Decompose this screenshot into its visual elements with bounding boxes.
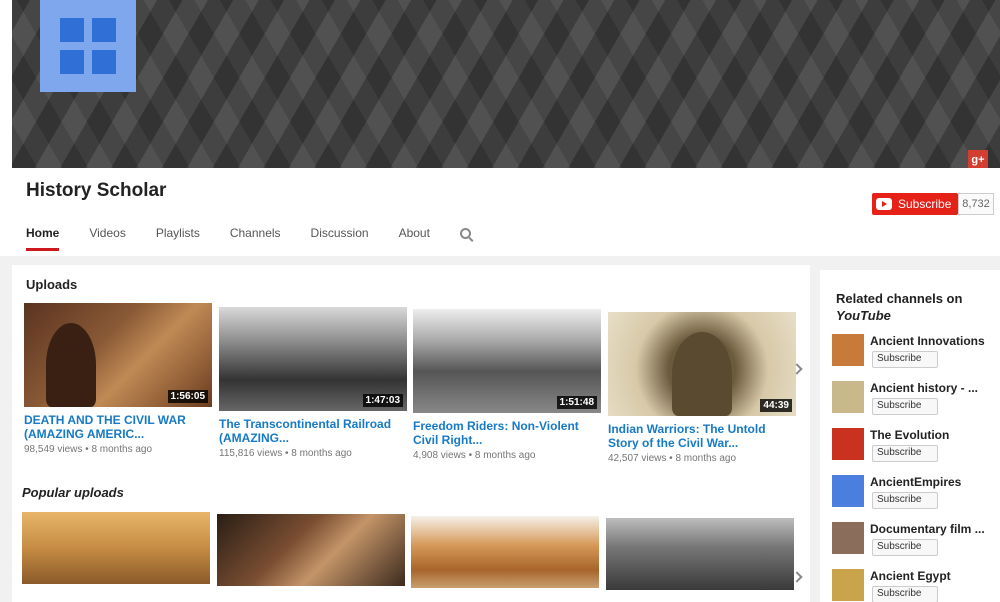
video-card[interactable]: 1:56:05 DEATH AND THE CIVIL WAR (AMAZING…	[24, 303, 212, 455]
related-subscribe-button[interactable]: Subscribe	[872, 492, 938, 509]
popular-uploads-heading: Popular uploads	[22, 485, 124, 500]
video-meta: 4,908 views • 8 months ago	[413, 450, 536, 461]
video-meta: 98,549 views • 8 months ago	[24, 444, 153, 455]
video-card[interactable]	[22, 512, 210, 584]
puzzle-logo-icon	[60, 18, 116, 74]
related-channels-heading: Related channels on YouTube	[836, 290, 996, 324]
video-card[interactable]: 1:51:48 Freedom Riders: Non-Violent Civi…	[413, 309, 601, 461]
related-channel-name[interactable]: AncientEmpires	[870, 475, 961, 489]
video-thumbnail[interactable]	[411, 516, 599, 588]
channel-avatar[interactable]	[832, 428, 864, 460]
video-duration: 1:47:03	[362, 394, 403, 407]
related-channel-item[interactable]: Ancient Innovations Subscribe	[832, 334, 1000, 378]
video-duration: 1:56:05	[167, 390, 208, 403]
video-meta: 115,816 views • 8 months ago	[219, 448, 352, 459]
tab-about[interactable]: About	[399, 226, 430, 251]
video-thumbnail[interactable]	[217, 514, 405, 586]
portrait-figure	[672, 332, 732, 416]
video-card[interactable]	[217, 514, 405, 586]
youtube-play-icon	[876, 198, 892, 210]
video-duration: 1:51:48	[556, 396, 597, 409]
subscriber-count: 8,732	[958, 193, 994, 215]
video-card[interactable]: 44:39 Indian Warriors: The Untold Story …	[608, 312, 796, 464]
video-duration: 44:39	[760, 399, 792, 412]
related-subscribe-button[interactable]: Subscribe	[872, 398, 938, 415]
video-thumbnail[interactable]: 1:47:03	[219, 307, 407, 411]
video-thumbnail[interactable]: 1:56:05	[24, 303, 212, 407]
video-age: 8 months ago	[474, 450, 536, 461]
google-plus-icon[interactable]: g+	[968, 150, 988, 168]
video-thumbnail[interactable]	[606, 518, 794, 590]
related-channel-item[interactable]: Ancient Egypt Subscribe	[832, 569, 1000, 602]
video-views: 4,908 views	[413, 450, 466, 461]
video-thumbnail[interactable]	[22, 512, 210, 584]
tab-playlists[interactable]: Playlists	[156, 226, 200, 251]
channel-banner: g+	[12, 0, 1000, 168]
video-card[interactable]	[606, 518, 794, 590]
subscribe-button[interactable]: Subscribe	[872, 193, 958, 215]
video-title[interactable]: The Transcontinental Railroad (AMAZING..…	[219, 417, 407, 445]
main-content: Uploads 1:56:05 DEATH AND THE CIVIL WAR …	[12, 265, 810, 602]
channel-logo[interactable]	[40, 0, 136, 92]
related-subscribe-button[interactable]: Subscribe	[872, 586, 938, 602]
video-thumbnail[interactable]: 1:51:48	[413, 309, 601, 413]
channel-tabs: Home Videos Playlists Channels Discussio…	[26, 226, 471, 251]
channel-avatar[interactable]	[832, 334, 864, 366]
channel-avatar[interactable]	[832, 381, 864, 413]
video-age: 8 months ago	[675, 453, 737, 464]
related-channel-name[interactable]: The Evolution	[870, 428, 949, 442]
video-card[interactable]: 1:47:03 The Transcontinental Railroad (A…	[219, 307, 407, 459]
channel-title: History Scholar	[26, 180, 167, 201]
related-channel-item[interactable]: Documentary film ... Subscribe	[832, 522, 1000, 566]
tab-home[interactable]: Home	[26, 226, 60, 251]
channel-header: History Scholar Subscribe 8,732 Home Vid…	[12, 168, 1000, 256]
related-channel-item[interactable]: AncientEmpires Subscribe	[832, 475, 1000, 519]
video-title[interactable]: Freedom Riders: Non-Violent Civil Right.…	[413, 419, 601, 447]
video-views: 98,549 views	[24, 444, 83, 455]
video-views: 42,507 views	[608, 453, 667, 464]
video-meta: 42,507 views • 8 months ago	[608, 453, 737, 464]
portrait-figure	[46, 323, 96, 407]
video-title[interactable]: DEATH AND THE CIVIL WAR (AMAZING AMERIC.…	[24, 413, 212, 441]
related-channel-item[interactable]: The Evolution Subscribe	[832, 428, 1000, 472]
related-channels-sidebar: Related channels on YouTube Ancient Inno…	[820, 270, 1000, 602]
video-views: 115,816 views	[219, 448, 283, 459]
channel-avatar[interactable]	[832, 475, 864, 507]
subscribe-label: Subscribe	[898, 197, 952, 211]
tab-discussion[interactable]: Discussion	[311, 226, 369, 251]
tab-videos[interactable]: Videos	[89, 226, 125, 251]
related-heading-line2: YouTube	[836, 308, 891, 323]
related-channel-name[interactable]: Documentary film ...	[870, 522, 985, 536]
video-age: 8 months ago	[291, 448, 352, 459]
related-subscribe-button[interactable]: Subscribe	[872, 539, 938, 556]
related-channel-name[interactable]: Ancient Egypt	[870, 569, 951, 583]
tab-channels[interactable]: Channels	[230, 226, 281, 251]
related-subscribe-button[interactable]: Subscribe	[872, 445, 938, 462]
uploads-heading: Uploads	[26, 277, 78, 292]
related-channel-name[interactable]: Ancient Innovations	[870, 334, 985, 348]
related-heading-line1: Related channels on	[836, 291, 963, 306]
channel-avatar[interactable]	[832, 522, 864, 554]
video-card[interactable]	[411, 516, 599, 588]
search-icon[interactable]	[459, 228, 471, 239]
related-subscribe-button[interactable]: Subscribe	[872, 351, 938, 368]
video-thumbnail[interactable]: 44:39	[608, 312, 796, 416]
video-age: 8 months ago	[91, 444, 153, 455]
channel-avatar[interactable]	[832, 569, 864, 601]
related-channel-name[interactable]: Ancient history - ...	[870, 381, 978, 395]
related-channel-item[interactable]: Ancient history - ... Subscribe	[832, 381, 1000, 425]
video-title[interactable]: Indian Warriors: The Untold Story of the…	[608, 422, 796, 450]
